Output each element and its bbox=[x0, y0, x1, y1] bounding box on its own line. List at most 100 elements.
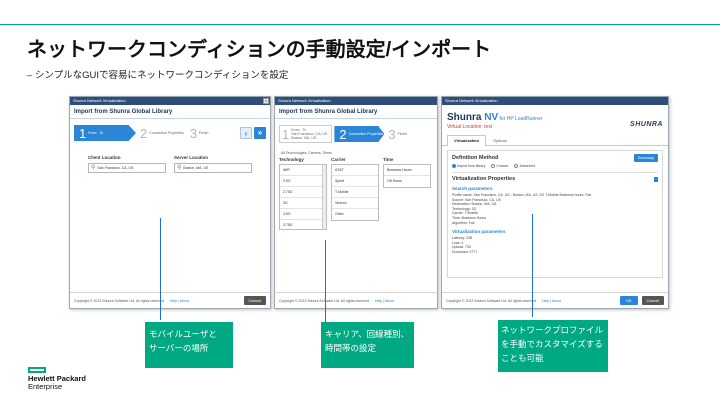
carrier-header: Carrier bbox=[331, 157, 346, 162]
callout-line-text: ことも可能 bbox=[501, 353, 544, 363]
product-name: Shunra NV for HP LoadRunner bbox=[447, 112, 543, 123]
copyright-text: Copyright © 2013 Shunra Software Ltd. Al… bbox=[74, 298, 164, 303]
tab-options[interactable]: Options bbox=[486, 135, 514, 145]
wizard-steps: 1 From - To 2 Connection Properties 3 Fi… bbox=[70, 119, 270, 145]
list-item[interactable]: 2.5G bbox=[280, 176, 326, 187]
virtualization-param-line: Download: 2777 bbox=[452, 250, 478, 255]
edit-icon[interactable] bbox=[654, 176, 658, 182]
callout-pointer-line bbox=[325, 240, 326, 322]
wizard-step-2[interactable]: 2 Connection Properties bbox=[334, 126, 385, 142]
wizard-step-1[interactable]: 1 From - To San Francisco, CA, US - Bost… bbox=[279, 125, 333, 143]
shunra-logo: SHUNRA bbox=[630, 121, 663, 128]
list-item[interactable]: 2.75G bbox=[280, 187, 326, 198]
step-label-line: Boston, MA, US bbox=[291, 136, 317, 140]
list-item[interactable]: AT&T bbox=[332, 165, 378, 176]
virtualization-panel: Definition Method Summary Import from li… bbox=[447, 150, 663, 278]
callout-location: モバイルユーザと サーバーの場所 bbox=[145, 322, 233, 368]
next-button[interactable]: » bbox=[254, 127, 266, 139]
list-item[interactable]: Business Hours bbox=[384, 165, 430, 176]
wizard-window-connection: Shunra Network Virtualization Import fro… bbox=[274, 96, 438, 309]
close-icon[interactable]: × bbox=[263, 98, 269, 104]
radio-custom[interactable]: Custom bbox=[491, 164, 509, 169]
slide-subtitle: – シンプルなGUIで容易にネットワークコンディションを設定 bbox=[27, 70, 289, 81]
cancel-button[interactable]: Cancel bbox=[243, 296, 266, 305]
wizard-step-3[interactable]: 3 Finish bbox=[386, 126, 409, 142]
step-label: Connection Properties bbox=[348, 132, 384, 136]
nv-header: Shunra NV for HP LoadRunner Virtual Loca… bbox=[442, 105, 668, 132]
list-item[interactable]: Off Hours bbox=[384, 176, 430, 187]
callout-profile: ネットワークプロファイル を手動でカスタマイズする ことも可能 bbox=[498, 320, 608, 372]
radio-advanced[interactable]: Advanced bbox=[514, 164, 536, 169]
server-location-input[interactable]: ⚲ Boston, MA, US bbox=[174, 163, 252, 173]
callout-line-text: モバイルユーザと bbox=[149, 329, 217, 339]
hpe-logo: Hewlett Packard Enterprise bbox=[28, 367, 86, 391]
radio-icon bbox=[514, 164, 519, 169]
search-param-line: Algorithm: Fair bbox=[452, 220, 475, 225]
window-title: Shunra Network Virtualization bbox=[73, 98, 126, 103]
list-item[interactable]: 3G bbox=[280, 198, 326, 209]
carrier-list[interactable]: AT&T Sprint T-Mobile Verizon Other bbox=[331, 164, 379, 221]
callout-pointer-line bbox=[160, 218, 161, 320]
technology-list[interactable]: WiFi 2.5G 2.75G 3G 3.5G 3.75G bbox=[279, 164, 327, 230]
step-label: From - To bbox=[88, 131, 104, 135]
help-about-links[interactable]: Help | About bbox=[542, 299, 561, 303]
callout-pointer-line bbox=[532, 214, 533, 317]
callout-line-text: 時間帯の設定 bbox=[325, 343, 377, 353]
step-number: 1 bbox=[79, 125, 87, 141]
time-list[interactable]: Business Hours Off Hours bbox=[383, 164, 431, 188]
definition-method-radios: Import from library Custom Advanced bbox=[452, 164, 658, 169]
step-number: 2 bbox=[339, 126, 347, 142]
location-fields: Client Location ⚲ San Francisco, CA, US … bbox=[70, 145, 270, 173]
client-location-input[interactable]: ⚲ San Francisco, CA, US bbox=[88, 163, 166, 173]
time-header: Time bbox=[383, 157, 394, 162]
wizard-window-locations: Shunra Network Virtualization × Import f… bbox=[69, 96, 271, 309]
list-item[interactable]: Sprint bbox=[332, 176, 378, 187]
window-heading: Import from Shunra Global Library bbox=[275, 105, 437, 119]
step-number: 3 bbox=[388, 126, 396, 142]
callout-line-text: サーバーの場所 bbox=[149, 343, 209, 353]
cancel-button[interactable]: Cancel bbox=[641, 296, 664, 305]
tab-bar: Virtualization Options bbox=[442, 132, 668, 146]
list-item[interactable]: Verizon bbox=[332, 198, 378, 209]
list-item[interactable]: WiFi bbox=[280, 165, 326, 176]
virtualization-properties-title: Virtualization Properties bbox=[452, 176, 516, 183]
scrollbar[interactable] bbox=[322, 165, 326, 229]
virtualization-parameters-title: Virtualization parameters bbox=[452, 229, 506, 235]
radio-icon bbox=[491, 164, 496, 169]
list-item[interactable]: T-Mobile bbox=[332, 187, 378, 198]
step-label: Finish bbox=[199, 131, 209, 135]
window-footer: Copyright © 2013 Shunra Software Ltd. Al… bbox=[275, 292, 437, 308]
list-item[interactable]: 3.5G bbox=[280, 209, 326, 220]
summary-button[interactable]: Summary bbox=[633, 154, 658, 162]
list-item[interactable]: Other bbox=[332, 209, 378, 220]
callout-line-text: ネットワークプロファイル bbox=[501, 325, 604, 335]
help-about-links[interactable]: Help | About bbox=[170, 299, 189, 303]
client-location-value: San Francisco, CA, US bbox=[97, 166, 134, 170]
window-heading: Import from Shunra Global Library bbox=[70, 105, 270, 119]
window-titlebar: Shunra Network Virtualization × bbox=[70, 97, 270, 105]
list-item[interactable]: 3.75G bbox=[280, 220, 326, 229]
brand-text: Shunra bbox=[447, 112, 485, 123]
callout-line-text: を手動でカスタマイズする bbox=[501, 339, 603, 349]
hpe-logo-text: Enterprise bbox=[28, 382, 63, 391]
server-location-label: Server Location bbox=[174, 155, 209, 160]
search-icon: ⚲ bbox=[177, 165, 182, 171]
window-title: Shunra Network Virtualization bbox=[278, 98, 331, 103]
radio-label: Advanced bbox=[519, 164, 536, 168]
window-title: Shunra Network Virtualization bbox=[445, 98, 498, 103]
brand-for: for HP LoadRunner bbox=[498, 116, 543, 122]
wizard-step-2[interactable]: 2 Connection Properties bbox=[138, 125, 186, 141]
definition-method-title: Definition Method bbox=[452, 155, 499, 161]
previous-button[interactable]: ‹ bbox=[240, 127, 252, 139]
ok-button[interactable]: OK bbox=[619, 296, 638, 305]
copyright-text: Copyright © 2013 Shunra Software Ltd. Al… bbox=[446, 298, 536, 303]
radio-label: Custom bbox=[496, 164, 509, 168]
radio-import[interactable]: Import from library bbox=[452, 164, 485, 169]
callout-line-text: キャリア、回線種別、 bbox=[325, 329, 410, 339]
help-about-links[interactable]: Help | About bbox=[375, 299, 394, 303]
step-label: Connection Properties bbox=[149, 131, 184, 135]
wizard-step-3[interactable]: 3 Finish bbox=[188, 125, 211, 141]
tab-virtualization[interactable]: Virtualization bbox=[447, 135, 487, 146]
client-location-label: Client Location bbox=[88, 155, 121, 160]
wizard-step-1[interactable]: 1 From - To bbox=[74, 125, 136, 141]
